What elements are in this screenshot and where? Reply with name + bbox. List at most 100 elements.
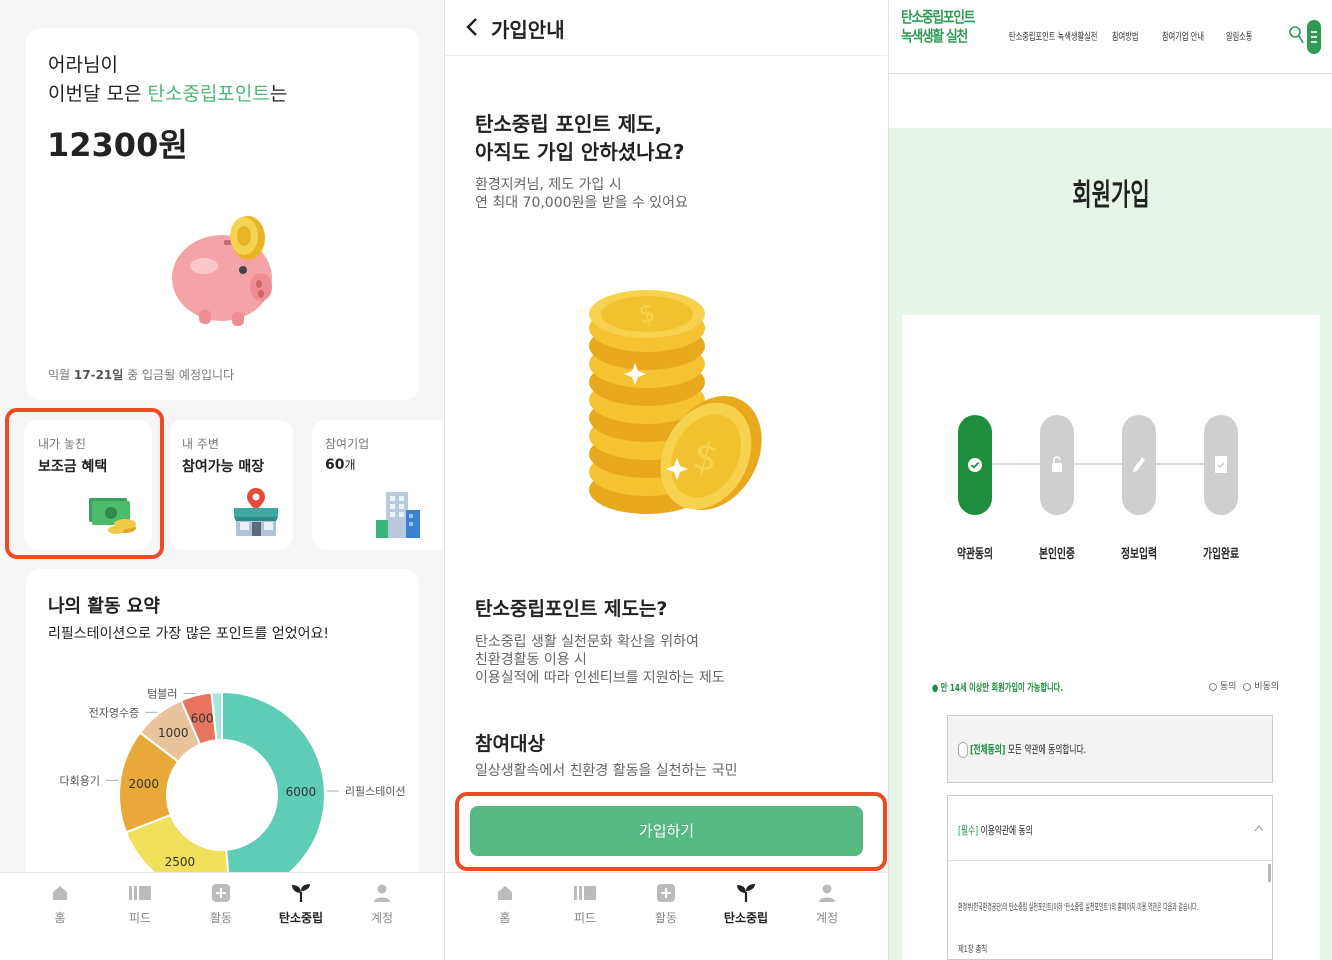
nav-label: 홈 (54, 911, 66, 925)
nav-home[interactable]: 홈 (475, 883, 535, 926)
greeting-suffix: 는 (269, 83, 288, 105)
check-icon (968, 458, 982, 472)
terms-chapter: 제1장 총칙 (958, 945, 988, 955)
terms-scrollbar[interactable] (1268, 864, 1271, 882)
section1-line: 탄소중립 생활 실천문화 확산을 위하여 (475, 634, 699, 650)
greeting-prefix: 이번달 모은 (48, 83, 148, 105)
section1-line: 친환경활동 이용 시 (475, 652, 587, 668)
nav-person[interactable]: 계정 (352, 883, 412, 926)
agree-label: 동의 (1219, 682, 1237, 692)
nav-label: 홈 (499, 911, 511, 925)
headline-line-1: 탄소중립 포인트 제도, (475, 112, 663, 136)
terms-tag: [필수] (958, 824, 979, 837)
search-icon[interactable] (1289, 24, 1305, 46)
tile-sub: 내 주변 (182, 437, 219, 451)
all-agree-tag: [전체동의] (970, 743, 1006, 756)
slice-category-label: 전자영수증 (89, 706, 140, 719)
slice-value-label: 1000 (158, 726, 189, 740)
nav-label: 피드 (573, 911, 597, 925)
points-amount: 12300원 (47, 126, 188, 164)
menu-item[interactable]: 탄소중립포인트 녹색생활실천 (1009, 28, 1097, 43)
bottom-nav: 홈 피드 활동 탄소중립 계정 (445, 872, 887, 960)
menu-item[interactable]: 참여기업 안내 (1162, 28, 1204, 43)
nav-home[interactable]: 홈 (30, 883, 90, 926)
guide-subtext: 환경지켜님, 제도 가입 시 연 최대 70,000원을 받을 수 있어요 (475, 176, 688, 212)
coin-stack-icon: $ $ (589, 290, 762, 514)
nav-label: 활동 (209, 911, 233, 925)
terms-text: 이용약관에 동의 (980, 824, 1033, 837)
sprout-icon (716, 883, 776, 907)
tile-participating-companies[interactable]: 참여기업 60개 (312, 420, 443, 550)
site-logo[interactable]: 탄소중립포인트 녹색생활 실천 (901, 8, 975, 46)
feed-icon (555, 883, 615, 907)
back-arrow-icon[interactable] (465, 17, 479, 37)
nav-label: 탄소중립 (723, 911, 769, 925)
nav-sprout[interactable]: 탄소중립 (716, 883, 776, 926)
person-icon (352, 883, 412, 907)
nav-person[interactable]: 계정 (797, 883, 857, 926)
deposit-suffix: 중 입금될 예정입니다 (123, 368, 235, 382)
slice-category-label: 텀블러 (147, 687, 177, 700)
slice-value-label: 2500 (165, 855, 196, 869)
all-agree-label: [전체동의] 모든 약관에 동의합니다. (970, 741, 1086, 757)
disagree-label: 비동의 (1254, 682, 1280, 692)
disagree-radio[interactable] (1243, 682, 1252, 691)
nav-sprout[interactable]: 탄소중립 (271, 883, 331, 926)
deposit-dates: 17-21일 (73, 368, 124, 382)
menu-item[interactable]: 알림소통 (1226, 28, 1253, 43)
section1-line: 이용실적에 따라 인센티브를 지원하는 제도 (475, 670, 725, 686)
all-agree-box[interactable]: [전체동의] 모든 약관에 동의합니다. (947, 715, 1273, 783)
site-header: 탄소중립포인트 녹색생활 실천 탄소중립포인트 녹색생활실천 참여방법 참여기업… (889, 0, 1332, 74)
nav-feed[interactable]: 피드 (110, 883, 170, 926)
guide-headline: 탄소중립 포인트 제도, 아직도 가입 안하셨나요? (475, 110, 685, 166)
signup-form: 약관동의 본인인증 정보입력 가입완료 ● 만 14세 이상만 회원가입이 가능… (902, 315, 1320, 960)
header-title: 가입안내 (491, 18, 565, 42)
step-connector (976, 463, 1226, 465)
plus-square-icon (636, 883, 696, 907)
home-icon (30, 883, 90, 907)
document-check-icon (1215, 456, 1227, 473)
nav-feed[interactable]: 피드 (555, 883, 615, 926)
nav-plus-square[interactable]: 활동 (191, 883, 251, 926)
tile-nearby-stores[interactable]: 내 주변 참여가능 매장 (168, 420, 293, 550)
tile-sub: 참여기업 (325, 437, 370, 451)
piggy-bank-icon (172, 216, 272, 326)
step-info (1122, 415, 1156, 515)
chevron-up-icon[interactable] (1254, 824, 1264, 832)
nav-plus-square[interactable]: 활동 (636, 883, 696, 926)
sprout-icon (271, 883, 331, 907)
logo-line-2: 녹색생활 실천 (901, 27, 968, 45)
signup-web-panel: 탄소중립포인트 녹색생활 실천 탄소중립포인트 녹색생활실천 참여방법 참여기업… (888, 0, 1332, 960)
step-verify (1040, 415, 1074, 515)
deposit-prefix: 익월 (48, 368, 74, 382)
tile-count-line: 60개 (325, 456, 356, 473)
subtext-line-1: 환경지켜님, 제도 가입 시 (475, 177, 622, 193)
guide-header: 가입안내 (445, 0, 887, 56)
tile-title: 참여가능 매장 (182, 459, 265, 475)
step-agree-active (958, 415, 992, 515)
step-label: 가입완료 (1203, 547, 1239, 562)
bottom-nav: 홈 피드 활동 탄소중립 계정 (0, 872, 443, 960)
feed-icon (110, 883, 170, 907)
site-menu: 탄소중립포인트 녹색생활실천 참여방법 참여기업 안내 알림소통 (1009, 28, 1253, 46)
activity-donut-chart: 6000 리필스테이션 2500 2000 다회용기 1000 전자영수증 600 텀블러 (60, 687, 406, 899)
menu-icon[interactable] (1307, 20, 1321, 54)
terms-label: [필수] 이용약관에 동의 (958, 822, 1033, 838)
section1-desc: 탄소중립 생활 실천문화 확산을 위하여 친환경활동 이용 시 이용실적에 따라… (475, 633, 725, 687)
slice-value-label: 600 (191, 712, 214, 726)
section2-desc: 일상생활속에서 친환경 활동을 실천하는 국민 (475, 763, 738, 779)
terms-divider (948, 860, 1274, 861)
nav-label: 피드 (128, 911, 152, 925)
carbon-points-home-panel: 어라님이 이번달 모은 탄소중립포인트는 12300원 익월 17-21일 중 … (0, 0, 443, 960)
monthly-points-card: 어라님이 이번달 모은 탄소중립포인트는 12300원 익월 17-21일 중 … (26, 28, 419, 400)
step-label: 본인인증 (1039, 547, 1075, 562)
menu-item[interactable]: 참여방법 (1112, 28, 1139, 43)
agree-radio[interactable] (1209, 682, 1217, 691)
terms-box: [필수] 이용약관에 동의 환경부(한국환경공단)의 탄소중립 실천포인트(이하… (947, 795, 1274, 960)
greeting-name: 어라님이 (48, 54, 118, 76)
slice-value-label: 6000 (286, 785, 317, 799)
section2-title: 참여대상 (475, 733, 545, 755)
section1-title: 탄소중립포인트 제도는? (475, 598, 668, 620)
slice-category-label: 다회용기 (60, 774, 100, 787)
all-agree-checkbox[interactable] (958, 742, 968, 758)
